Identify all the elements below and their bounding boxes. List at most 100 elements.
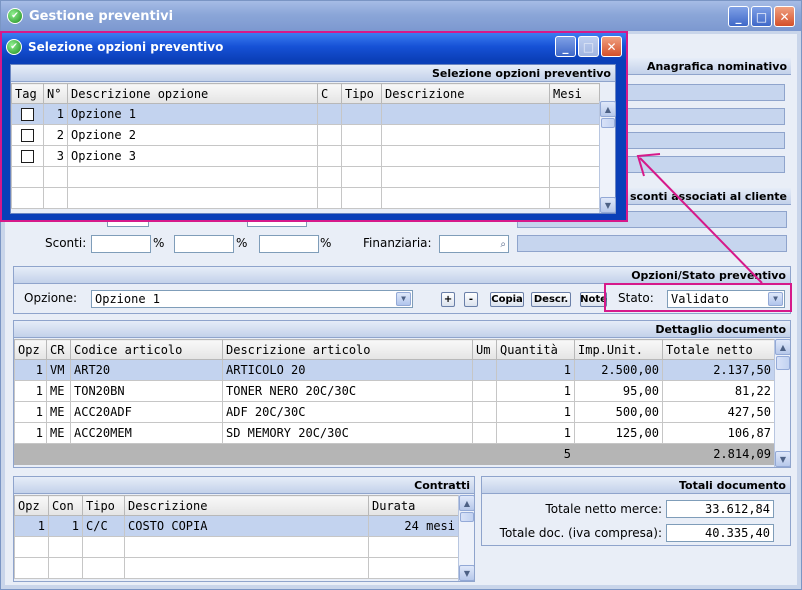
cell-descr: ADF 20C/30C (222, 401, 473, 423)
scroll-thumb[interactable] (460, 512, 474, 522)
scroll-thumb[interactable] (776, 356, 790, 370)
scroll-up-icon[interactable]: ▲ (459, 495, 474, 511)
empty-cell (341, 124, 382, 146)
column-header[interactable]: Tipo (341, 83, 382, 104)
column-header[interactable]: Tipo (82, 495, 125, 516)
empty-cell (381, 103, 550, 125)
option-description: Opzione 3 (67, 145, 318, 167)
column-header[interactable]: Opz (14, 495, 49, 516)
tag-checkbox[interactable] (21, 108, 34, 121)
sconto-2-input[interactable] (174, 235, 234, 253)
empty-row (14, 557, 459, 579)
column-header[interactable]: Descrizione (381, 83, 550, 104)
chevron-down-icon[interactable]: ▼ (396, 292, 411, 306)
search-icon[interactable]: ⌕ (500, 237, 506, 253)
scroll-down-icon[interactable]: ▼ (775, 451, 790, 467)
empty-cell (43, 187, 68, 209)
cell-tot: 106,87 (662, 422, 775, 444)
tag-checkbox[interactable] (21, 129, 34, 142)
cell-qta: 1 (496, 422, 575, 444)
column-header[interactable]: Quantità (496, 339, 575, 360)
cell-imp: 125,00 (574, 422, 663, 444)
cell-con: 1 (48, 515, 83, 537)
finanziaria-label: Finanziaria: (363, 236, 432, 250)
tag-cell[interactable] (11, 103, 44, 125)
contratti-title: Contratti (14, 477, 474, 494)
column-header[interactable]: Descrizione articolo (222, 339, 473, 360)
empty-cell (317, 145, 342, 167)
empty-cell (368, 557, 459, 579)
cell-codice: ACC20MEM (70, 422, 223, 444)
dettaglio-scrollbar[interactable]: ▲ ▼ (774, 339, 790, 467)
footer-quantita: 5 (496, 443, 575, 465)
contratto-row[interactable]: 1 1 C/C COSTO COPIA 24 mesi (14, 515, 459, 537)
column-header[interactable]: Durata (368, 495, 459, 516)
descr-button[interactable]: Descr. (531, 292, 571, 307)
dettaglio-row[interactable]: 1 VM ART20 ARTICOLO 20 1 2.500,00 2.137,50 (14, 359, 775, 381)
scroll-thumb[interactable] (601, 118, 615, 128)
percent-1: % (153, 236, 165, 250)
scroll-up-icon[interactable]: ▲ (600, 101, 616, 117)
contratti-scrollbar[interactable]: ▲ ▼ (458, 495, 474, 581)
cell-codice: ACC20ADF (70, 401, 223, 423)
dettaglio-row[interactable]: 1 ME ACC20MEM SD MEMORY 20C/30C 1 125,00 106,8… (14, 422, 775, 444)
column-header[interactable]: Um (472, 339, 497, 360)
minimize-button[interactable]: _ (728, 6, 749, 27)
dialog-scrollbar[interactable]: ▲ ▼ (599, 101, 616, 213)
column-header[interactable]: Descrizione (124, 495, 369, 516)
opzione-select[interactable]: Opzione 1 ▼ (91, 290, 413, 308)
dettaglio-row[interactable]: 1 ME TON20BN TONER NERO 20C/30C 1 95,00 81,22 (14, 380, 775, 402)
totale-netto-value: 33.612,84 (666, 500, 774, 518)
option-row[interactable]: 3 Opzione 3 (11, 145, 600, 167)
column-header[interactable]: Totale netto (662, 339, 775, 360)
remove-option-button[interactable]: - (464, 292, 478, 307)
note-button[interactable]: Note (580, 292, 607, 307)
tag-cell[interactable] (11, 124, 44, 146)
column-header[interactable]: Descrizione opzione (67, 83, 318, 104)
column-header[interactable]: Codice articolo (70, 339, 223, 360)
column-header[interactable]: C (317, 83, 342, 104)
cell-codice: TON20BN (70, 380, 223, 402)
dialog-minimize-button[interactable]: _ (555, 36, 576, 57)
option-row[interactable]: 2 Opzione 2 (11, 124, 600, 146)
cell-codice: ART20 (70, 359, 223, 381)
maximize-button[interactable]: □ (751, 6, 772, 27)
add-option-button[interactable]: + (441, 292, 455, 307)
empty-cell (124, 557, 369, 579)
tag-cell[interactable] (11, 145, 44, 167)
option-row[interactable]: 1 Opzione 1 (11, 103, 600, 125)
sconto-3-input[interactable] (259, 235, 319, 253)
column-header[interactable]: CR (46, 339, 71, 360)
option-description: Opzione 1 (67, 103, 318, 125)
finanziaria-input[interactable]: ⌕ (439, 235, 509, 253)
scroll-down-icon[interactable]: ▼ (600, 197, 616, 213)
opzioni-stato-title: Opzioni/Stato preventivo (14, 267, 790, 284)
column-header[interactable]: Tag (11, 83, 44, 104)
totale-doc-value: 40.335,40 (666, 524, 774, 542)
dialog-close-button[interactable]: ✕ (601, 36, 622, 57)
column-header[interactable]: Imp.Unit. (574, 339, 663, 360)
cell-um (472, 401, 497, 423)
opzioni-table: Tag N° Descrizione opzione C Tipo Descrizione… (11, 83, 600, 209)
cell-um (472, 359, 497, 381)
sconto-1-input[interactable] (91, 235, 151, 253)
close-button[interactable]: ✕ (774, 6, 795, 27)
empty-cell (67, 166, 318, 188)
dettaglio-row[interactable]: 1 ME ACC20ADF ADF 20C/30C 1 500,00 427,50 (14, 401, 775, 423)
sconti-label: Sconti: (45, 236, 87, 250)
scroll-up-icon[interactable]: ▲ (775, 339, 790, 355)
column-header[interactable]: N° (43, 83, 68, 104)
option-description: Opzione 2 (67, 124, 318, 146)
copia-button[interactable]: Copia (490, 292, 524, 307)
empty-cell (317, 103, 342, 125)
empty-cell (549, 145, 600, 167)
tag-checkbox[interactable] (21, 150, 34, 163)
column-header[interactable]: Mesi (549, 83, 600, 104)
empty-cell (48, 536, 83, 558)
scroll-down-icon[interactable]: ▼ (459, 565, 474, 581)
column-header[interactable]: Con (48, 495, 83, 516)
cell-opz: 1 (14, 422, 47, 444)
cell-cr: ME (46, 401, 71, 423)
column-header[interactable]: Opz (14, 339, 47, 360)
footer-totale: 2.814,09 (662, 443, 775, 465)
